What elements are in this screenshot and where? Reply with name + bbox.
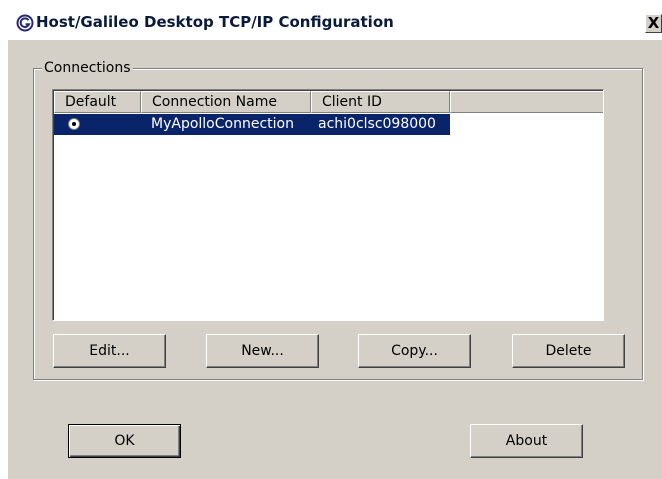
dialog-body: Connections Default Connection Name Clie…: [8, 40, 662, 479]
galileo-logo-icon: [16, 14, 34, 32]
connections-groupbox: Connections Default Connection Name Clie…: [33, 59, 643, 380]
default-radio[interactable]: [68, 118, 80, 130]
column-header-default[interactable]: Default: [54, 91, 141, 113]
connections-group-label: Connections: [42, 59, 133, 77]
client-id-cell: achi0clsc098000: [318, 116, 436, 132]
connections-list[interactable]: Default Connection Name Client ID MyApol…: [52, 89, 604, 321]
new-button[interactable]: New...: [206, 334, 319, 368]
close-button[interactable]: X: [645, 14, 662, 33]
edit-button[interactable]: Edit...: [53, 334, 166, 368]
column-header-empty: [450, 91, 603, 113]
list-header: Default Connection Name Client ID: [54, 91, 603, 113]
column-header-client-id[interactable]: Client ID: [311, 91, 450, 113]
copy-button[interactable]: Copy...: [358, 334, 471, 368]
about-button[interactable]: About: [470, 424, 583, 458]
connection-name-cell: MyApolloConnection: [151, 116, 294, 132]
window-title: Host/Galileo Desktop TCP/IP Configuratio…: [36, 13, 394, 31]
ok-button[interactable]: OK: [68, 424, 181, 458]
radio-selected-dot: [72, 122, 76, 126]
table-row[interactable]: MyApolloConnection achi0clsc098000: [54, 114, 450, 135]
column-header-connection-name[interactable]: Connection Name: [141, 91, 311, 113]
title-bar[interactable]: Host/Galileo Desktop TCP/IP Configuratio…: [0, 0, 662, 40]
delete-button[interactable]: Delete: [512, 334, 625, 368]
default-cell[interactable]: [54, 114, 141, 135]
